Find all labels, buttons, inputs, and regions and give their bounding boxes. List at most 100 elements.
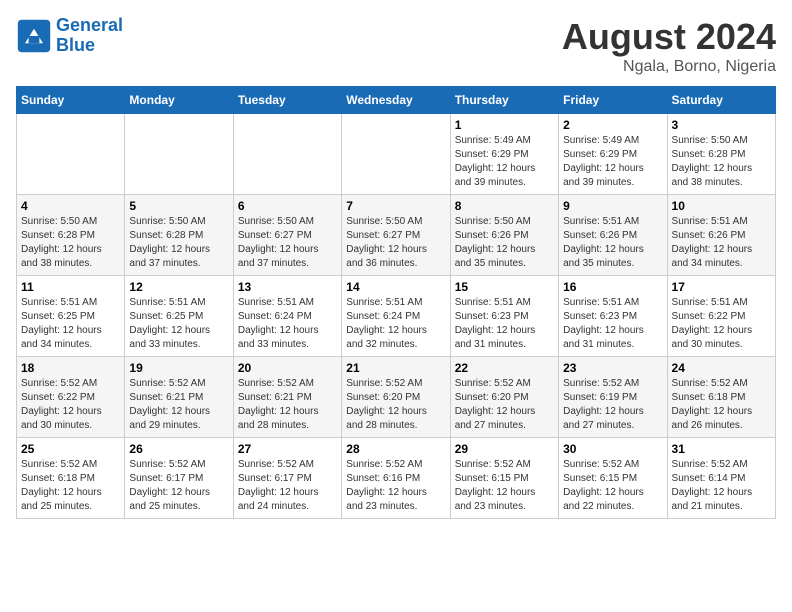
day-number: 31 (672, 442, 771, 456)
day-number: 7 (346, 199, 445, 213)
day-number: 17 (672, 280, 771, 294)
day-number: 10 (672, 199, 771, 213)
day-number: 26 (129, 442, 228, 456)
week-row-4: 18Sunrise: 5:52 AM Sunset: 6:22 PM Dayli… (17, 357, 776, 438)
day-cell: 23 Sunrise: 5:52 AM Sunset: 6:19 PM Dayli… (559, 357, 667, 438)
day-number: 28 (346, 442, 445, 456)
logo-general: General (56, 15, 123, 35)
day-cell: 13 Sunrise: 5:51 AM Sunset: 6:24 PM Dayli… (233, 276, 341, 357)
calendar-table: SundayMondayTuesdayWednesdayThursdayFrid… (16, 86, 776, 519)
day-cell: 24Sunrise: 5:52 AM Sunset: 6:18 PM Dayli… (667, 357, 775, 438)
day-cell: 2 Sunrise: 5:49 AM Sunset: 6:29 PM Daylig… (559, 114, 667, 195)
day-info: Sunrise: 5:50 AM Sunset: 6:27 PM Dayligh… (346, 215, 445, 271)
day-cell: 31 Sunrise: 5:52 AM Sunset: 6:14 PM Dayli… (667, 438, 775, 519)
day-number: 23 (563, 361, 662, 375)
day-info: Sunrise: 5:51 AM Sunset: 6:26 PM Dayligh… (672, 215, 771, 271)
header-day-saturday: Saturday (667, 87, 775, 114)
day-cell: 4Sunrise: 5:50 AM Sunset: 6:28 PM Daylig… (17, 195, 125, 276)
day-number: 1 (455, 118, 554, 132)
day-info: Sunrise: 5:52 AM Sunset: 6:15 PM Dayligh… (563, 458, 662, 514)
day-cell: 18Sunrise: 5:52 AM Sunset: 6:22 PM Dayli… (17, 357, 125, 438)
day-cell: 12Sunrise: 5:51 AM Sunset: 6:25 PM Dayli… (125, 276, 233, 357)
day-number: 11 (21, 280, 120, 294)
day-number: 30 (563, 442, 662, 456)
day-cell: 15Sunrise: 5:51 AM Sunset: 6:23 PM Dayli… (450, 276, 558, 357)
day-cell: 25 Sunrise: 5:52 AM Sunset: 6:18 PM Dayli… (17, 438, 125, 519)
day-info: Sunrise: 5:51 AM Sunset: 6:23 PM Dayligh… (563, 296, 662, 352)
week-row-2: 4 Sunrise: 5:50 AM Sunset: 6:28 PM Daylig… (17, 195, 776, 276)
day-info: Sunrise: 5:51 AM Sunset: 6:25 PM Dayligh… (129, 296, 228, 352)
day-cell: 28 Sunrise: 5:52 AM Sunset: 6:16 PM Dayli… (342, 438, 450, 519)
day-info: Sunrise: 5:51 AM Sunset: 6:25 PM Dayligh… (21, 296, 120, 352)
day-number: 5 (129, 199, 228, 213)
day-number: 29 (455, 442, 554, 456)
day-number: 9 (563, 199, 662, 213)
day-cell (17, 114, 125, 195)
day-cell: 10 Sunrise: 5:51 AM Sunset: 6:26 PM Dayli… (667, 195, 775, 276)
day-info: Sunrise: 5:52 AM Sunset: 6:21 PM Dayligh… (129, 377, 228, 433)
day-info: Sunrise: 5:52 AM Sunset: 6:14 PM Dayligh… (672, 458, 771, 514)
day-number: 6 (238, 199, 337, 213)
day-cell: 3Sunrise: 5:50 AM Sunset: 6:28 PM Daylig… (667, 114, 775, 195)
day-info: Sunrise: 5:50 AM Sunset: 6:26 PM Dayligh… (455, 215, 554, 271)
day-cell: 14Sunrise: 5:51 AM Sunset: 6:24 PM Dayli… (342, 276, 450, 357)
day-cell: 9 Sunrise: 5:51 AM Sunset: 6:26 PM Daylig… (559, 195, 667, 276)
day-cell: 11 Sunrise: 5:51 AM Sunset: 6:25 PM Dayli… (17, 276, 125, 357)
calendar-header: SundayMondayTuesdayWednesdayThursdayFrid… (17, 87, 776, 114)
day-cell: 22Sunrise: 5:52 AM Sunset: 6:20 PM Dayli… (450, 357, 558, 438)
day-info: Sunrise: 5:51 AM Sunset: 6:24 PM Dayligh… (346, 296, 445, 352)
day-info: Sunrise: 5:51 AM Sunset: 6:26 PM Dayligh… (563, 215, 662, 271)
day-cell: 8 Sunrise: 5:50 AM Sunset: 6:26 PM Daylig… (450, 195, 558, 276)
day-number: 4 (21, 199, 120, 213)
header-day-thursday: Thursday (450, 87, 558, 114)
day-cell (233, 114, 341, 195)
day-number: 22 (455, 361, 554, 375)
day-number: 18 (21, 361, 120, 375)
day-number: 27 (238, 442, 337, 456)
day-number: 21 (346, 361, 445, 375)
day-info: Sunrise: 5:52 AM Sunset: 6:17 PM Dayligh… (238, 458, 337, 514)
location-subtitle: Ngala, Borno, Nigeria (562, 58, 776, 76)
day-number: 15 (455, 280, 554, 294)
day-number: 13 (238, 280, 337, 294)
day-number: 19 (129, 361, 228, 375)
day-info: Sunrise: 5:52 AM Sunset: 6:16 PM Dayligh… (346, 458, 445, 514)
day-number: 16 (563, 280, 662, 294)
day-cell: 17 Sunrise: 5:51 AM Sunset: 6:22 PM Dayli… (667, 276, 775, 357)
day-info: Sunrise: 5:52 AM Sunset: 6:18 PM Dayligh… (672, 377, 771, 433)
day-info: Sunrise: 5:50 AM Sunset: 6:27 PM Dayligh… (238, 215, 337, 271)
day-number: 20 (238, 361, 337, 375)
week-row-5: 25 Sunrise: 5:52 AM Sunset: 6:18 PM Dayli… (17, 438, 776, 519)
day-cell (342, 114, 450, 195)
day-info: Sunrise: 5:51 AM Sunset: 6:24 PM Dayligh… (238, 296, 337, 352)
day-cell: 29 Sunrise: 5:52 AM Sunset: 6:15 PM Dayli… (450, 438, 558, 519)
header-day-wednesday: Wednesday (342, 87, 450, 114)
logo-text: General Blue (56, 16, 123, 56)
header-day-tuesday: Tuesday (233, 87, 341, 114)
day-info: Sunrise: 5:52 AM Sunset: 6:19 PM Dayligh… (563, 377, 662, 433)
logo-icon (16, 18, 52, 54)
day-cell: 1Sunrise: 5:49 AM Sunset: 6:29 PM Daylig… (450, 114, 558, 195)
day-number: 25 (21, 442, 120, 456)
day-info: Sunrise: 5:50 AM Sunset: 6:28 PM Dayligh… (129, 215, 228, 271)
logo: General Blue (16, 16, 123, 56)
day-info: Sunrise: 5:52 AM Sunset: 6:18 PM Dayligh… (21, 458, 120, 514)
day-cell: 5 Sunrise: 5:50 AM Sunset: 6:28 PM Daylig… (125, 195, 233, 276)
day-number: 2 (563, 118, 662, 132)
day-info: Sunrise: 5:52 AM Sunset: 6:15 PM Dayligh… (455, 458, 554, 514)
day-number: 8 (455, 199, 554, 213)
week-row-1: 1 Sunrise: 5:49 AM Sunset: 6:29 PM Daylig… (17, 114, 776, 195)
page-header: General Blue August 2024 Ngala, Borno, N… (16, 16, 776, 76)
title-block: August 2024 Ngala, Borno, Nigeria (562, 16, 776, 76)
day-info: Sunrise: 5:52 AM Sunset: 6:20 PM Dayligh… (346, 377, 445, 433)
header-day-sunday: Sunday (17, 87, 125, 114)
header-day-monday: Monday (125, 87, 233, 114)
day-info: Sunrise: 5:52 AM Sunset: 6:17 PM Dayligh… (129, 458, 228, 514)
day-info: Sunrise: 5:51 AM Sunset: 6:22 PM Dayligh… (672, 296, 771, 352)
day-cell: 30 Sunrise: 5:52 AM Sunset: 6:15 PM Dayli… (559, 438, 667, 519)
day-number: 3 (672, 118, 771, 132)
day-cell: 21 Sunrise: 5:52 AM Sunset: 6:20 PM Dayli… (342, 357, 450, 438)
day-info: Sunrise: 5:52 AM Sunset: 6:21 PM Dayligh… (238, 377, 337, 433)
day-info: Sunrise: 5:49 AM Sunset: 6:29 PM Dayligh… (563, 134, 662, 190)
day-cell: 20 Sunrise: 5:52 AM Sunset: 6:21 PM Dayli… (233, 357, 341, 438)
